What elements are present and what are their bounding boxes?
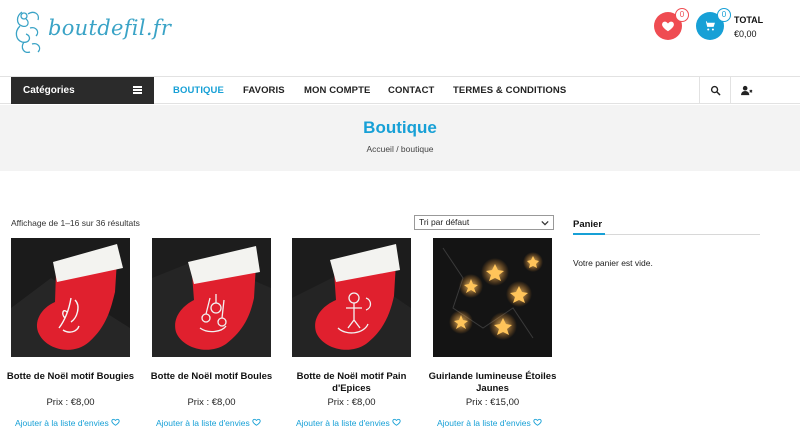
wishlist-count-badge: 0 <box>675 8 689 22</box>
cart-total-amount: €0,00 <box>734 29 757 39</box>
nav-item-boutique[interactable]: BOUTIQUE <box>173 85 224 96</box>
cart-widget-title: Panier <box>573 219 603 230</box>
cart-button[interactable]: 0 <box>696 8 731 40</box>
cart-total-label: TOTAL <box>734 15 764 25</box>
site-header: boutdefil.fr 0 0 TOTAL €0,00 <box>0 0 800 76</box>
user-icon <box>741 85 753 96</box>
nav-item-favoris[interactable]: FAVORIS <box>243 85 285 96</box>
cart-empty-message: Votre panier est vide. <box>573 258 653 268</box>
page-banner: Boutique Accueil / boutique <box>0 105 800 171</box>
breadcrumb[interactable]: Accueil / boutique <box>0 144 800 154</box>
add-to-wishlist-link[interactable]: Ajouter à la liste d'envies <box>296 418 401 428</box>
nav-item-contact[interactable]: CONTACT <box>388 85 434 96</box>
wishlist-button[interactable]: 0 <box>654 8 689 40</box>
categories-label: Catégories <box>23 85 75 96</box>
page-title: Boutique <box>363 118 437 137</box>
logo-text: boutdefil.fr <box>48 16 172 40</box>
product-price: Prix : €8,00 <box>187 397 236 408</box>
site-logo[interactable]: boutdefil.fr <box>10 6 171 58</box>
product-name[interactable]: Botte de Noël motif Bougies <box>3 371 138 383</box>
nav-item-mon-compte[interactable]: MON COMPTE <box>304 85 370 96</box>
add-to-wishlist-link[interactable]: Ajouter à la liste d'envies <box>156 418 261 428</box>
add-to-wishlist-link[interactable]: Ajouter à la liste d'envies <box>15 418 120 428</box>
heart-icon <box>662 21 674 32</box>
sort-selected-value: Tri par défaut <box>419 217 470 227</box>
nav-item-termes-conditions[interactable]: TERMES & CONDITIONS <box>453 85 566 96</box>
main-navigation: Catégories BOUTIQUE FAVORIS MON COMPTE C… <box>0 76 800 104</box>
product-image[interactable] <box>152 238 271 357</box>
heart-outline-icon <box>392 418 401 426</box>
product-image[interactable] <box>433 238 552 357</box>
add-to-wishlist-label: Ajouter à la liste d'envies <box>156 418 250 428</box>
cart-icon <box>704 21 715 31</box>
add-to-wishlist-label: Ajouter à la liste d'envies <box>15 418 109 428</box>
logo-illustration-icon <box>15 11 41 54</box>
cart-widget-divider-accent <box>573 233 605 235</box>
product-price: Prix : €15,00 <box>465 397 520 408</box>
heart-outline-icon <box>111 418 120 426</box>
product-image[interactable] <box>11 238 130 357</box>
add-to-wishlist-label: Ajouter à la liste d'envies <box>296 418 390 428</box>
categories-button[interactable]: Catégories <box>11 77 154 104</box>
product-price: Prix : €8,00 <box>46 397 95 408</box>
account-button[interactable] <box>730 77 761 104</box>
product-name[interactable]: Botte de Noël motif Pain d'Epices <box>284 371 419 395</box>
heart-outline-icon <box>533 418 542 426</box>
product-name[interactable]: Guirlande lumineuse Étoiles Jaunes <box>425 371 560 395</box>
result-count: Affichage de 1–16 sur 36 résultats <box>11 218 140 228</box>
heart-outline-icon <box>252 418 261 426</box>
add-to-wishlist-link[interactable]: Ajouter à la liste d'envies <box>437 418 542 428</box>
search-button[interactable] <box>699 77 730 104</box>
chevron-down-icon <box>541 220 549 226</box>
product-price: Prix : €8,00 <box>327 397 376 408</box>
search-icon <box>710 85 721 96</box>
menu-icon <box>133 86 142 94</box>
product-image[interactable] <box>292 238 411 357</box>
sort-select[interactable]: Tri par défaut <box>414 215 554 230</box>
cart-count-badge: 0 <box>717 8 731 22</box>
add-to-wishlist-label: Ajouter à la liste d'envies <box>437 418 531 428</box>
product-name[interactable]: Botte de Noël motif Boules <box>144 371 279 383</box>
